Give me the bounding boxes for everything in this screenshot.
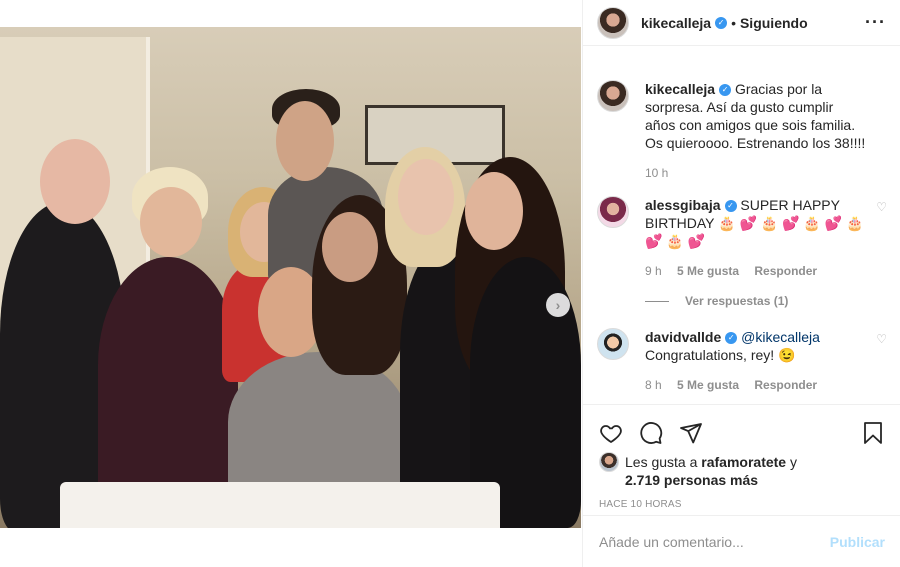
person-blonde-head [398, 159, 454, 235]
separator-dot: • [731, 14, 736, 31]
post-photo[interactable]: › [0, 27, 581, 528]
verified-icon: ✓ [715, 16, 728, 29]
comment-text: Congratulations, rey! 😉 [645, 347, 796, 363]
photo-top-margin [0, 0, 581, 27]
person-dress-head [140, 187, 202, 257]
comment-likes[interactable]: 5 Me gusta [677, 378, 739, 392]
post-sidebar: kikecalleja ✓ • Siguiendo ··· kikecallej… [582, 0, 900, 567]
comment-meta: 8 h 5 Me gusta Responder [645, 376, 868, 394]
comment-meta: 9 h 5 Me gusta Responder [645, 262, 868, 280]
avatar[interactable] [599, 452, 619, 472]
heart-icon[interactable]: ♡ [876, 332, 887, 394]
heart-icon[interactable]: ♡ [876, 200, 887, 280]
photo-bottom-margin [0, 528, 581, 567]
comment-body: davidvallde ✓ @kikecalleja Congratulation… [645, 328, 868, 394]
caption-time[interactable]: 10 h [645, 166, 668, 180]
person-darkhair-head [322, 212, 378, 282]
action-icons [599, 413, 885, 453]
view-replies-button[interactable]: Ver respuestas (1) [583, 294, 900, 308]
likes-prefix: Les gusta a [625, 454, 698, 470]
comment-mention[interactable]: @kikecalleja [741, 329, 820, 345]
post-username[interactable]: kikecalleja [641, 15, 711, 31]
avatar[interactable] [597, 6, 629, 39]
caption-username[interactable]: kikecalleja [645, 81, 715, 97]
list-item: davidvallde ✓ @kikecalleja Congratulation… [583, 328, 900, 394]
caption-meta: 10 h [645, 164, 867, 182]
person-tall-head [276, 101, 334, 181]
comment-likes[interactable]: 5 Me gusta [677, 264, 739, 278]
person-right-head [465, 172, 523, 250]
verified-icon: ✓ [725, 332, 738, 345]
person-left-head [40, 139, 110, 224]
comment-body: alessgibaja ✓ SUPER HAPPY BIRTHDAY 🎂 💕 🎂 … [645, 196, 868, 280]
more-options-icon[interactable]: ··· [865, 12, 886, 33]
comment-username[interactable]: alessgibaja [645, 197, 721, 213]
verified-icon: ✓ [724, 200, 737, 213]
likes-user[interactable]: rafamoratete [701, 454, 786, 470]
caption-body: kikecalleja ✓ Gracias por la sorpresa. As… [645, 80, 887, 182]
heart-icon[interactable] [599, 421, 623, 445]
bookmark-icon[interactable] [861, 421, 885, 445]
reply-button[interactable]: Responder [754, 378, 817, 392]
reply-button[interactable]: Responder [754, 264, 817, 278]
post-header: kikecalleja ✓ • Siguiendo ··· [583, 0, 900, 46]
likes-summary: Les gusta a rafamoratete y 2.719 persona… [599, 452, 885, 489]
dinner-table [60, 482, 500, 528]
avatar[interactable] [597, 196, 629, 228]
comment-icon[interactable] [639, 421, 663, 445]
post-timestamp[interactable]: HACE 10 HORAS [599, 499, 885, 510]
list-item: alessgibaja ✓ SUPER HAPPY BIRTHDAY 🎂 💕 🎂 … [583, 196, 900, 280]
likes-text: Les gusta a rafamoratete y 2.719 persona… [625, 453, 797, 489]
comment-input[interactable] [599, 533, 830, 550]
comment-time[interactable]: 8 h [645, 378, 662, 392]
chevron-right-icon[interactable]: › [546, 293, 570, 317]
post-actions: Les gusta a rafamoratete y 2.719 persona… [583, 404, 900, 510]
likes-count[interactable]: 2.719 personas más [625, 472, 758, 488]
publish-button[interactable]: Publicar [830, 534, 885, 550]
comment-username[interactable]: davidvallde [645, 329, 721, 345]
likes-connector: y [790, 454, 797, 470]
avatar[interactable] [597, 328, 629, 360]
verified-icon: ✓ [719, 84, 732, 97]
comments-list: kikecalleja ✓ Gracias por la sorpresa. As… [583, 64, 900, 404]
comment-time[interactable]: 9 h [645, 264, 662, 278]
avatar[interactable] [597, 80, 629, 112]
follow-status-button[interactable]: Siguiendo [740, 15, 808, 31]
comment-composer: Publicar [583, 515, 900, 567]
caption: kikecalleja ✓ Gracias por la sorpresa. As… [583, 80, 900, 182]
share-icon[interactable] [679, 421, 703, 445]
